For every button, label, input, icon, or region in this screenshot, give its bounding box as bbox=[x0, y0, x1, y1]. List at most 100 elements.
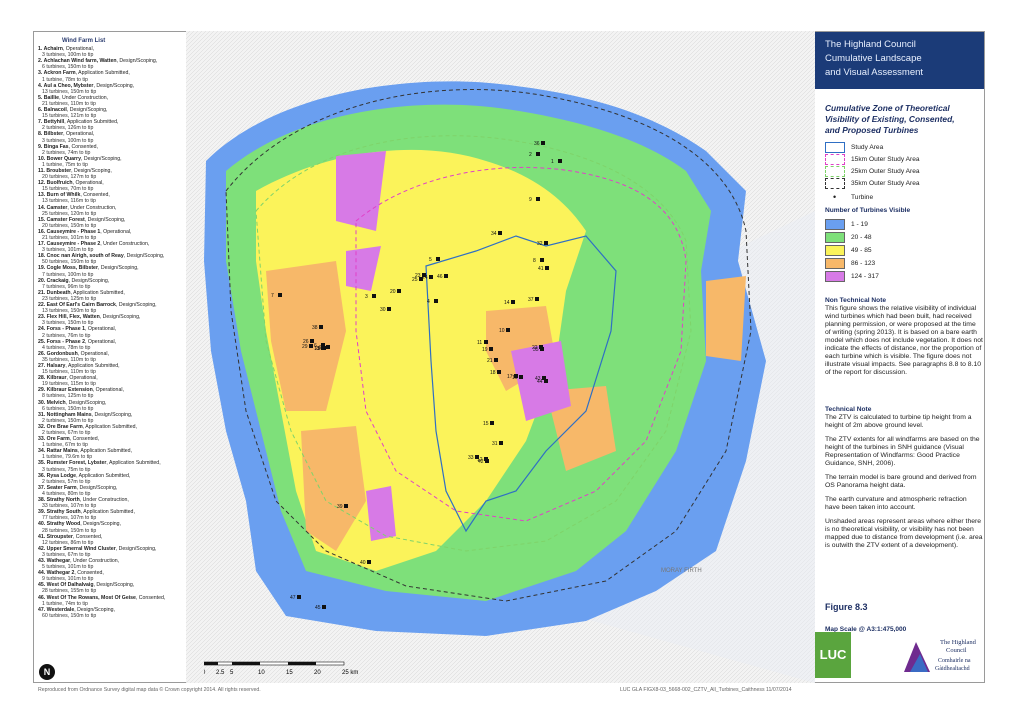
turbine-marker bbox=[326, 345, 330, 349]
turbine-marker bbox=[506, 328, 510, 332]
wind-farm-number-label: 29 bbox=[302, 344, 308, 350]
legend-swatch-35km bbox=[825, 178, 845, 189]
turbine-marker bbox=[558, 159, 562, 163]
wind-farm-list-item: 5. Baillie, Under Construction, 21 turbin… bbox=[38, 94, 109, 107]
right-legend-panel: The Highland Council Cumulative Landscap… bbox=[815, 32, 984, 682]
legend-label-class-4: 86 - 123 bbox=[851, 260, 876, 267]
wind-farm-list-item: 40. Strathy Wood, Design/Scoping, 28 turb… bbox=[38, 521, 121, 534]
wind-farm-list-item: 35. Rumster Forest, Lybster, Application… bbox=[38, 460, 161, 473]
wind-farm-list-item: 1. Achairn, Operational, 3 turbines, 100m… bbox=[38, 46, 95, 59]
legend-label-turbine: Turbine bbox=[851, 194, 874, 201]
scale-bar-tick-label: 5 bbox=[230, 670, 234, 676]
wind-farm-list-item: 26. Gordonbush, Operational, 35 turbines,… bbox=[38, 350, 109, 363]
svg-text:Gàidhealtachd: Gàidhealtachd bbox=[935, 666, 970, 672]
legend-swatch-class-1 bbox=[825, 219, 845, 230]
turbine-marker bbox=[536, 152, 540, 156]
wind-farm-list-item: 41. Stroupster, Consented, 12 turbines, 8… bbox=[38, 533, 103, 546]
wind-farm-number-label: 17 bbox=[507, 374, 513, 380]
turbine-marker bbox=[344, 504, 348, 508]
highland-council-logo: The Highland Council Comhairle na Gàidhe… bbox=[904, 639, 977, 672]
title-line-3: and Visual Assessment bbox=[825, 67, 924, 78]
svg-text:Comhairle na: Comhairle na bbox=[938, 658, 971, 664]
non-technical-note: Non Technical Note This figure shows the… bbox=[825, 297, 983, 376]
turbine-marker bbox=[444, 274, 448, 278]
wind-farm-number-label: 18 bbox=[490, 370, 496, 376]
turbine-marker bbox=[367, 560, 371, 564]
wind-farm-list-item: 44. Wathegar 2, Consented, 9 turbines, 10… bbox=[38, 570, 104, 583]
wind-farm-list-item: 27. Halsary, Application Submitted, 15 tu… bbox=[38, 362, 120, 376]
legend-label-class-3: 49 - 85 bbox=[851, 247, 872, 254]
wind-farm-list-item: 33. Ore Farm, Consented, 1 turbine, 67m t… bbox=[38, 436, 100, 449]
legend-swatch-25km bbox=[825, 166, 845, 177]
turbine-marker bbox=[489, 347, 493, 351]
turbine-marker bbox=[494, 358, 498, 362]
wind-farm-number-label: 15 bbox=[483, 421, 489, 427]
wind-farm-list-item: 45. West Of Dalhalvaig, Design/Scoping, 2… bbox=[38, 582, 135, 595]
turbine-marker bbox=[497, 370, 501, 374]
turbine-marker bbox=[372, 294, 376, 298]
turbine-marker bbox=[540, 258, 544, 262]
north-arrow-icon: N bbox=[39, 664, 55, 680]
wind-farm-number-label: 25 bbox=[412, 277, 418, 283]
turbine-marker bbox=[540, 347, 544, 351]
wind-farm-number-label: 46 bbox=[437, 274, 443, 280]
turbine-marker bbox=[535, 297, 539, 301]
legend-label-class-5: 124 - 317 bbox=[851, 273, 879, 280]
legend-label-25km: 25km Outer Study Area bbox=[851, 168, 920, 175]
wind-farm-number-label: 20 bbox=[390, 289, 396, 295]
wind-farm-number-label: 9 bbox=[529, 197, 532, 203]
wind-farm-list-item: 8. Bilbster, Operational, 3 turbines, 100… bbox=[38, 131, 95, 144]
turbine-marker bbox=[511, 300, 515, 304]
wind-farm-list-item: 15. Camster Forest, Design/Scoping, 20 tu… bbox=[38, 216, 126, 229]
turbine-marker bbox=[397, 289, 401, 293]
wind-farm-list-item: 38. Strathy North, Under Construction, 33… bbox=[38, 497, 129, 510]
turbine-marker bbox=[545, 266, 549, 270]
wind-farm-number-label: 28 bbox=[315, 346, 321, 352]
wind-farm-list-item: 4. Aul a Cheo, Mybster, Design/Scoping, 1… bbox=[38, 82, 135, 95]
legend-swatch-class-5 bbox=[825, 271, 845, 282]
wind-farm-number-label: 37 bbox=[528, 297, 534, 303]
wind-farm-list-item: 30. Melvich, Design/Scoping, 6 turbines, … bbox=[38, 399, 107, 412]
ztv-map[interactable]: MORAY FIRTH 1234567891011121314151617181… bbox=[186, 31, 815, 683]
wind-farm-list-item: 39. Strathy South, Application Submitted… bbox=[38, 509, 135, 522]
wind-farm-list-item: 20. Crackaig, Design/Scoping, 7 turbines,… bbox=[38, 277, 110, 290]
title-line-2: Cumulative Landscape bbox=[825, 53, 922, 64]
wind-farm-list-item: 18. Cnoc nan Airigh, south of Reay, Desi… bbox=[38, 253, 165, 266]
wind-farm-list-title: Wind Farm List bbox=[62, 38, 106, 44]
legend-label-15km: 15km Outer Study Area bbox=[851, 156, 920, 163]
wind-farm-number-label: 42 bbox=[478, 459, 484, 465]
wind-farm-number-label: 4 bbox=[427, 299, 430, 305]
legend-swatch-class-3 bbox=[825, 245, 845, 256]
wind-farm-number-label: 47 bbox=[290, 595, 296, 601]
wind-farm-number-label: 21 bbox=[487, 358, 493, 364]
wind-farm-list-item: 25. Forss - Phase 2, Operational, 4 turbi… bbox=[38, 338, 117, 351]
turbine-marker bbox=[309, 344, 313, 348]
wind-farm-list-item: 22. East Of Earl's Cairn Barrock, Design… bbox=[38, 302, 157, 315]
turbine-dot-icon: • bbox=[833, 192, 837, 202]
wind-farm-list-item: 16. Causeymire - Phase 1, Operational, 21… bbox=[38, 228, 132, 241]
wind-farm-number-label: 32 bbox=[537, 241, 543, 247]
wind-farm-number-label: 38 bbox=[312, 325, 318, 331]
turbine-marker bbox=[544, 241, 548, 245]
wind-farm-list: 1. Achairn, Operational, 3 turbines, 100m… bbox=[34, 46, 186, 619]
wind-farm-number-label: 19 bbox=[482, 347, 488, 353]
title-line-1: The Highland Council bbox=[825, 39, 916, 50]
copyright-note: Reproduced from Ordnance Survey digital … bbox=[38, 687, 261, 693]
wind-farm-number-label: 40 bbox=[360, 560, 366, 566]
wind-farm-number-label: 36 bbox=[534, 141, 540, 147]
legend-swatch-study-area bbox=[825, 142, 845, 153]
legend-label-35km: 35km Outer Study Area bbox=[851, 180, 920, 187]
wind-farm-number-label: 7 bbox=[271, 293, 274, 299]
wind-farm-list-item: 36. Rysa Lodge, Application Submitted, 2 … bbox=[38, 472, 131, 485]
legend-swatch-15km bbox=[825, 154, 845, 165]
turbine-marker bbox=[498, 231, 502, 235]
wind-farm-list-item: 11. Broubster, Design/Scoping, 20 turbine… bbox=[38, 167, 112, 181]
wind-farm-list-item: 37. Seater Farm, Design/Scoping, 4 turbin… bbox=[38, 484, 118, 497]
turbine-marker bbox=[278, 293, 282, 297]
wind-farm-list-item: 29. Kilbraur Extension, Operational, 8 tu… bbox=[38, 387, 124, 400]
turbine-marker bbox=[490, 421, 494, 425]
scale-bar-tick-label: 10 bbox=[258, 670, 265, 676]
visibility-legend-title: Number of Turbines Visible bbox=[825, 207, 911, 214]
scale-bar-tick-label: 2.5 bbox=[216, 670, 225, 676]
turbine-marker bbox=[429, 275, 433, 279]
